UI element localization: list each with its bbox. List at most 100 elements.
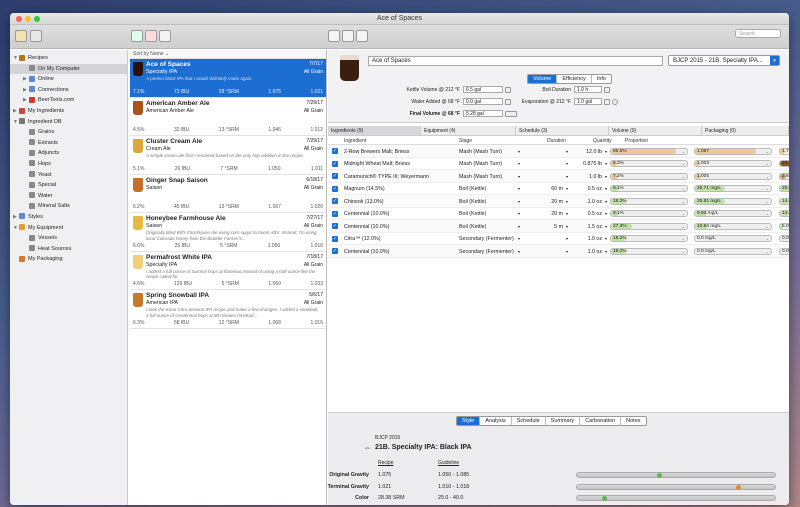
ingredient-row[interactable]: ✓ Midnight Wheat Malt; Briess Mash (Mash T…	[328, 158, 789, 170]
ingredient-quantity[interactable]: 0.5 oz	[588, 186, 602, 192]
proportion-color[interactable]: 0.0% U⌄	[779, 235, 789, 242]
tab-style[interactable]: Style	[457, 417, 481, 425]
tab-packaging[interactable]: Packaging (0)	[702, 126, 789, 135]
tab-schedule[interactable]: Schedule (3)	[516, 126, 609, 135]
proportion-gravity[interactable]: 1.003 ⌄	[694, 160, 772, 167]
proportion-percent[interactable]: 9.1% ⌄	[610, 210, 688, 217]
proportion-color[interactable]: 25.0% U⌄	[779, 185, 789, 192]
tab-info[interactable]: Info	[592, 75, 611, 83]
sidebar-item-styles[interactable]: ▶ Styles	[10, 212, 127, 223]
include-checkbox[interactable]: ✓	[332, 248, 338, 254]
ingredient-duration[interactable]: 5 m	[554, 224, 563, 230]
sidebar-item-adjuncts[interactable]: Adjuncts	[10, 148, 127, 159]
proportion-percent[interactable]: 18.2% ⌄	[610, 235, 688, 242]
ingredient-duration[interactable]: 60 m	[551, 186, 563, 192]
col-stage[interactable]: Stage	[459, 138, 472, 144]
proportion-color[interactable]: 24.4 SRM⌄	[779, 160, 789, 167]
chevron-down-icon[interactable]: ▾	[605, 224, 607, 229]
chevron-down-icon[interactable]: ▾	[605, 249, 607, 254]
sidebar-item-heat-sources[interactable]: Heat Sources	[10, 244, 127, 255]
recipe-name-field[interactable]: Ace of Spaces	[368, 56, 663, 66]
proportion-gravity[interactable]: 10.84 mg/L ⌄	[694, 222, 772, 230]
recipe-list-item[interactable]: Cluster Cream Ale 7/29/17 Cream Ale All Gra…	[130, 136, 326, 175]
recipe-list-item[interactable]: American Amber Ale 7/29/17 American Amber …	[130, 98, 326, 136]
tab-schedule[interactable]: Schedule	[512, 417, 546, 425]
proportion-color[interactable]: 5.0% U⌄	[779, 222, 789, 230]
ingredient-row[interactable]: ✓ Centennial (10.0%) Boil (Kettle) ▾ 5 m ▾ 1.5…	[328, 220, 789, 233]
ingredient-stage[interactable]: Boil (Kettle)	[459, 224, 486, 230]
ingredient-row[interactable]: ✓ Centennial (10.0%) Secondary (Fermenter)…	[328, 245, 789, 258]
ingredient-row[interactable]: ✓ Citra™ (12.0%) Secondary (Fermenter) ▾ ▾ 1.…	[328, 233, 789, 245]
proportion-gravity[interactable]: 25.71 mg/L ⌄	[694, 185, 772, 192]
ingredient-stage[interactable]: Secondary (Fermenter)	[459, 236, 514, 242]
sidebar-item-mineral-salts[interactable]: Mineral Salts	[10, 201, 127, 212]
tab-analysis[interactable]: Analysis	[480, 417, 512, 425]
ingredient-quantity[interactable]: 12.0 lb	[586, 149, 602, 155]
sidebar-item-water[interactable]: Water	[10, 191, 127, 202]
new-folder-icon[interactable]	[30, 30, 42, 42]
sidebar-item-on-my-computer[interactable]: On My Computer	[10, 63, 127, 75]
tab-efficiency[interactable]: Efficiency	[557, 75, 592, 83]
tab-volume[interactable]: Volume	[528, 75, 558, 83]
chevron-down-icon[interactable]: ▾	[566, 161, 568, 166]
sidebar-item-hops[interactable]: Hops	[10, 159, 127, 170]
proportion-percent[interactable]: 18.2% ⌄	[610, 197, 688, 205]
sidebar-item-special[interactable]: Special	[10, 180, 127, 191]
evaporation-options-icon[interactable]	[612, 98, 618, 105]
ingredient-row[interactable]: ✓ Chinook (13.0%) Boil (Kettle) ▾ 20 m ▾ 1.0 o…	[328, 195, 789, 208]
ingredient-quantity[interactable]: 1.0 lb	[589, 174, 602, 180]
sort-menu[interactable]: Sort by Name ⌄	[130, 50, 326, 59]
final-volume-options-icon[interactable]	[505, 110, 517, 117]
ingredient-quantity[interactable]: 1.0 oz	[588, 249, 602, 255]
proportion-color[interactable]: 1.7 SRM⌄	[779, 147, 789, 155]
tab-carbonation[interactable]: Carbonation	[580, 417, 622, 425]
chevron-down-icon[interactable]: ▾	[518, 249, 520, 254]
water-added-field[interactable]: 0.0 gal	[463, 98, 503, 105]
sidebar-item-recipes[interactable]: ▼ Recipes	[10, 53, 127, 64]
chevron-down-icon[interactable]: ▾	[518, 174, 520, 179]
sidebar-item-beertools-com[interactable]: ▶ BeerTools.com	[10, 95, 127, 106]
col-duration[interactable]: Duration	[547, 138, 566, 144]
ingredient-row[interactable]: ✓ Magnum (14.5%) Boil (Kettle) ▾ 60 m ▾ 0.5 oz…	[328, 183, 789, 195]
recipe-list-item[interactable]: Honeybee Farmhouse Ale 7/27/17 Saison All G…	[130, 213, 326, 252]
chevron-down-icon[interactable]: ▾	[605, 174, 607, 179]
chevron-down-icon[interactable]: ▾	[605, 149, 607, 154]
chevron-down-icon[interactable]: ▾	[518, 199, 520, 204]
ingredient-stage[interactable]: Boil (Kettle)	[459, 211, 486, 217]
sidebar-item-vessels[interactable]: Vessels	[10, 233, 127, 244]
include-checkbox[interactable]: ✓	[332, 185, 338, 192]
expand-icon[interactable]: ⇔	[364, 445, 371, 452]
kettle-volume-field[interactable]: 6.5 gal	[463, 86, 503, 93]
ingredient-stage[interactable]: Boil (Kettle)	[459, 199, 486, 205]
duplicate-icon[interactable]	[342, 30, 354, 42]
proportion-gravity[interactable]: 1.067 ⌄	[694, 147, 772, 155]
sidebar-item-connections[interactable]: ▶ Connections	[10, 85, 127, 96]
chevron-down-icon[interactable]: ▾	[566, 224, 568, 229]
chevron-down-icon[interactable]: ▾	[566, 236, 568, 241]
proportion-percent[interactable]: 7.2% ⌄	[610, 172, 688, 180]
ingredient-row[interactable]: ✓ 2-Row Brewers Malt; Briess Mash (Mash Tu…	[328, 145, 789, 158]
ingredient-row[interactable]: ✓ Centennial (10.0%) Boil (Kettle) ▾ 20 m ▾ 0.…	[328, 208, 789, 220]
include-checkbox[interactable]: ✓	[332, 210, 338, 217]
include-checkbox[interactable]: ✓	[332, 223, 338, 229]
ingredient-duration[interactable]: 20 m	[551, 199, 563, 205]
proportion-percent[interactable]: 27.3% ⌄	[610, 222, 688, 230]
tab-ingredients[interactable]: Ingredients (9)	[328, 126, 421, 135]
col-proportion[interactable]: Proportion	[625, 138, 648, 144]
sidebar-item-my-ingredients[interactable]: ▶ My Ingredients	[10, 106, 127, 117]
add-recipe-icon[interactable]	[131, 30, 143, 42]
print-recipe-icon[interactable]	[356, 30, 368, 42]
proportion-gravity[interactable]: 9.93 mg/L ⌄	[694, 210, 772, 217]
chevron-down-icon[interactable]: ▾	[518, 236, 520, 241]
tab-notes[interactable]: Notes	[621, 417, 645, 425]
tab-volume[interactable]: Volume (0)	[609, 126, 702, 135]
print-icon[interactable]	[159, 30, 171, 42]
chevron-down-icon[interactable]: ▾	[518, 161, 520, 166]
tab-equipment[interactable]: Equipment (4)	[421, 126, 516, 135]
delete-recipe-icon[interactable]	[145, 30, 157, 42]
evaporation-field[interactable]: 1.0 gal	[574, 98, 602, 105]
sidebar-item-my-equipment[interactable]: ▼ My Equipment	[10, 223, 127, 234]
proportion-percent[interactable]: 86.5% ⌄	[610, 147, 688, 155]
boil-stepper-icon[interactable]	[604, 86, 610, 93]
sidebar-item-online[interactable]: ▶ Online	[10, 74, 127, 85]
